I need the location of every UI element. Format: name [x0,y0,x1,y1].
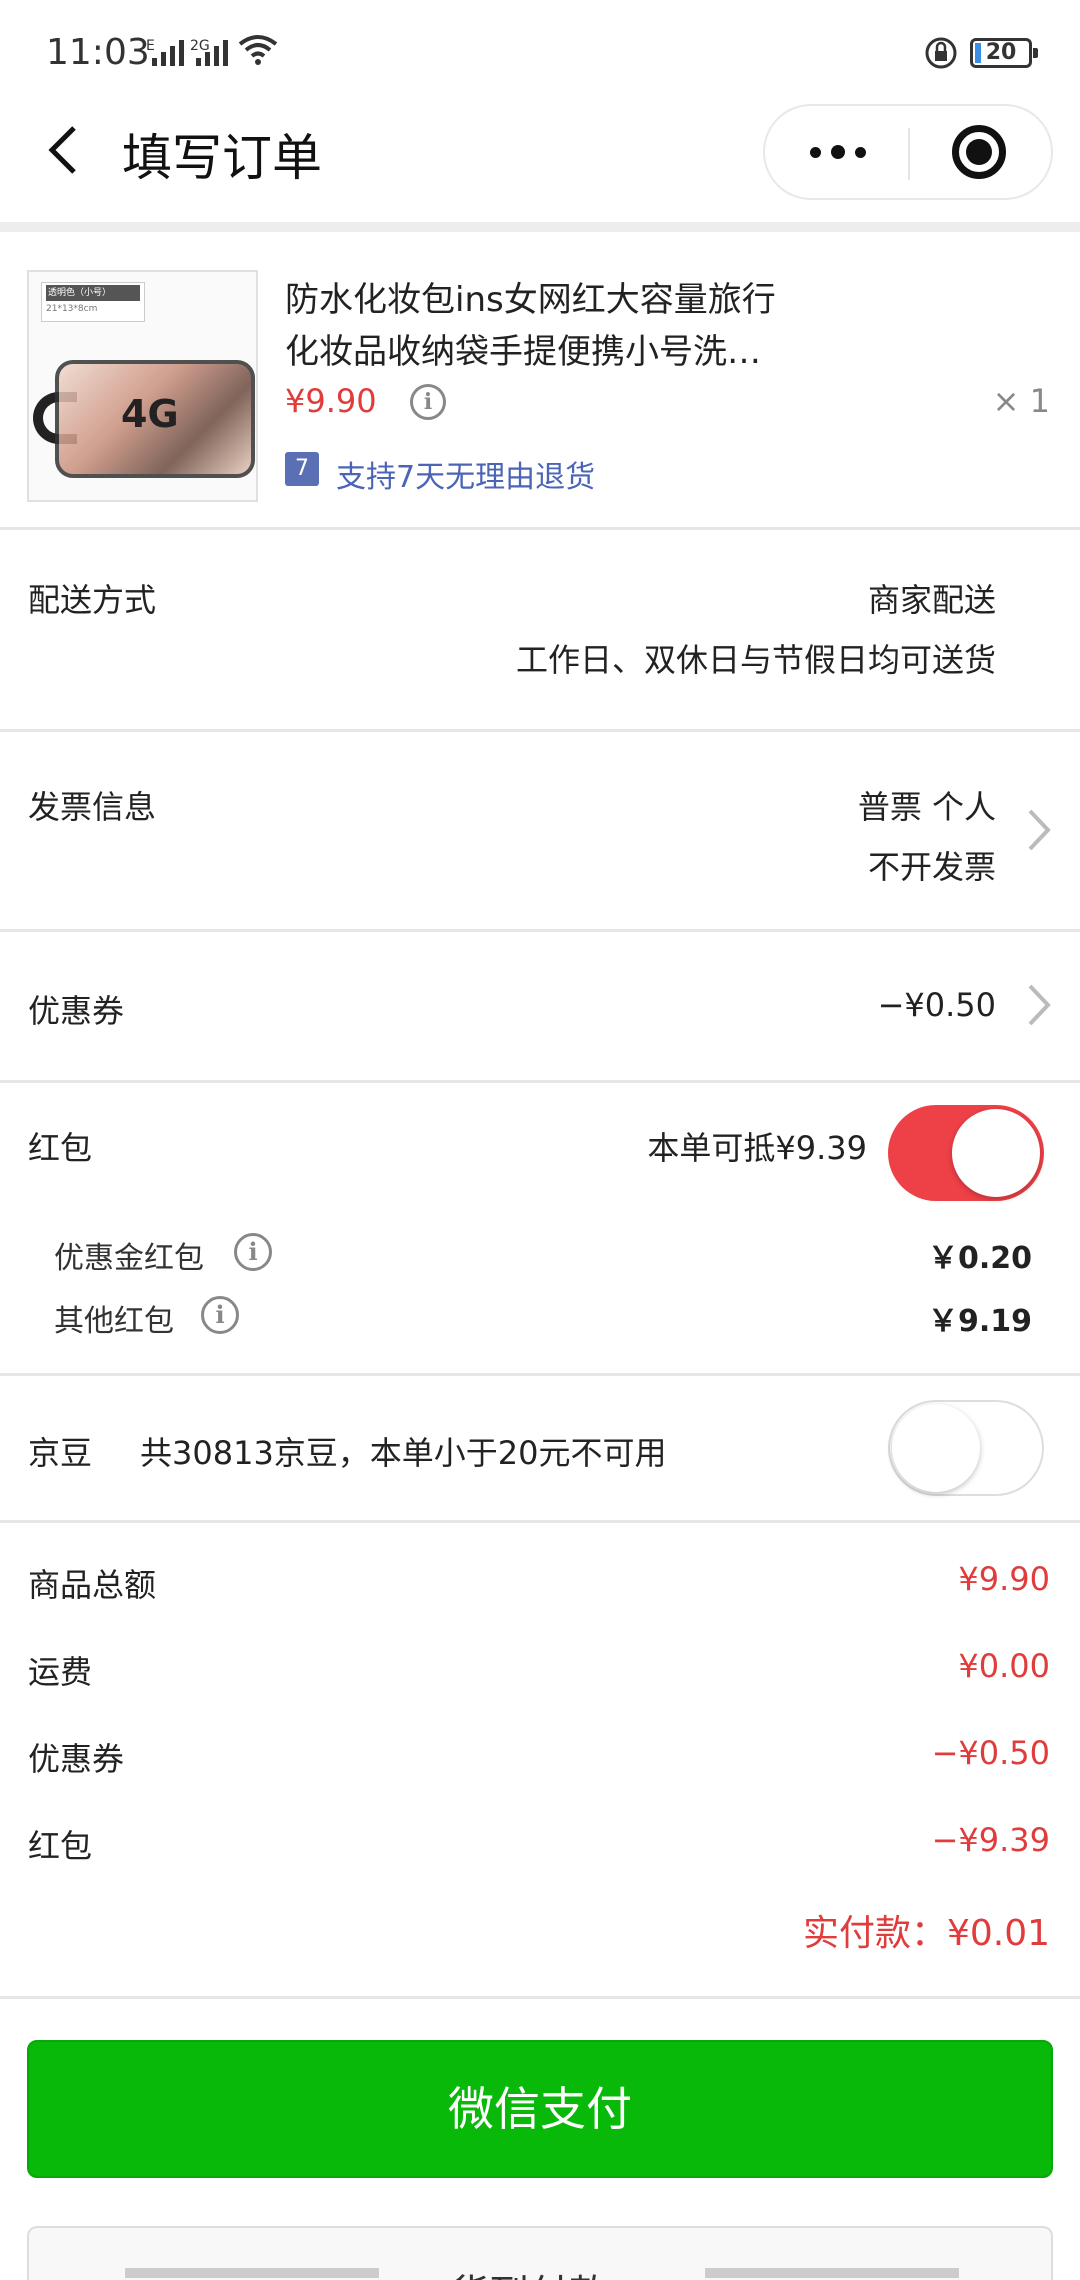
toggle-knob [892,1404,980,1492]
red-packet-label: 红包 [28,1129,93,1167]
coupon-label: 优惠券 [28,992,125,1030]
divider [0,1520,1080,1523]
mini-program-capsule [763,104,1053,200]
product-price: ¥9.90 [285,382,377,420]
chevron-right-icon [1028,809,1051,851]
status-time: 11:03 [46,32,150,73]
red-packet-item: 优惠金红包 i ￥0.20 [0,1233,1080,1283]
red-packet-toggle[interactable] [888,1105,1044,1201]
summary-amount: ¥0.00 [958,1647,1050,1685]
delivery-method: 商家配送 [867,581,996,619]
product-title: 防水化妆包ins女网红大容量旅行 化妆品收纳袋手提便携小号洗… [285,280,776,372]
delivery-label: 配送方式 [28,581,157,619]
delivery-row: 配送方式 商家配送 工作日、双休日与节假日均可送货 [0,533,1080,729]
signal-icon [152,36,184,66]
total-payment: 实付款：¥0.01 [802,1913,1050,1954]
product-card[interactable]: 透明色（小号） 21*13*8cm 4G 防水化妆包ins女网红大容量旅行 化妆… [0,232,1080,530]
rotation-lock-icon [925,37,957,69]
more-dot-icon [855,147,866,158]
invoice-type: 普票 个人 [857,788,996,826]
red-packet-item-label: 优惠金红包 [54,1241,204,1276]
back-button[interactable] [36,120,96,180]
summary-label: 商品总额 [28,1566,157,1604]
wechat-pay-button[interactable]: 微信支付 [27,2040,1053,2178]
jingdou-toggle[interactable] [888,1400,1044,1496]
red-packet-item-amount: ￥9.19 [927,1304,1032,1339]
cash-on-delivery-label: 货到付款 [449,2262,609,2280]
cash-on-delivery-button[interactable]: 货到付款 [27,2226,1053,2280]
invoice-label: 发票信息 [28,788,157,826]
page-title: 填写订单 [122,129,322,187]
coupon-row[interactable]: 优惠券 −¥0.50 [0,932,1080,1080]
summary-label: 优惠券 [28,1740,125,1778]
chevron-right-icon [1028,984,1051,1026]
invoice-row[interactable]: 发票信息 普票 个人 不开发票 [0,732,1080,928]
nav-bar: 填写订单 [0,100,1080,222]
section-separator [0,222,1080,232]
red-packet-item: 其他红包 i ￥9.19 [0,1296,1080,1346]
divider [0,1996,1080,1999]
summary-amount: −¥9.39 [931,1821,1050,1859]
summary-amount: −¥0.50 [931,1734,1050,1772]
invoice-status: 不开发票 [867,848,996,886]
coupon-value: −¥0.50 [877,986,996,1024]
summary-amount: ¥9.90 [958,1560,1050,1598]
product-quantity: × 1 [992,382,1050,420]
delivery-schedule: 工作日、双休日与节假日均可送货 [515,641,996,679]
summary-label: 红包 [28,1827,93,1865]
info-icon[interactable]: i [234,1233,272,1271]
summary-label: 运费 [28,1653,93,1691]
red-packet-item-amount: ￥0.20 [927,1241,1032,1276]
more-button[interactable] [765,106,908,198]
image-size-tag: 透明色（小号） 21*13*8cm [41,282,145,322]
brand-logo: 4G [121,392,179,436]
close-mini-program-button[interactable] [910,106,1053,198]
return-policy-text: 支持7天无理由退货 [336,460,596,495]
red-packet-deductible: 本单可抵¥9.39 [647,1129,867,1167]
more-dot-icon [831,145,845,159]
battery-icon: 20 [970,38,1038,68]
jingdou-row: 京豆 共30813京豆，本单小于20元不可用 [0,1376,1080,1520]
status-bar: 11:03 E 2G 20 [0,0,1080,100]
jingdou-label: 京豆 [28,1434,93,1472]
toggle-knob [952,1109,1040,1197]
wifi-icon [238,35,278,65]
price-info-icon[interactable]: i [410,384,446,420]
info-icon[interactable]: i [201,1296,239,1334]
signal-icon-2 [196,36,228,66]
jingdou-note: 共30813京豆，本单小于20元不可用 [140,1434,667,1472]
red-packet-section: 红包 本单可抵¥9.39 优惠金红包 i ￥0.20 其他红包 i ￥9.19 [0,1083,1080,1373]
return-policy-icon: 7 [285,452,319,486]
red-packet-item-label: 其他红包 [54,1304,174,1339]
product-image: 透明色（小号） 21*13*8cm 4G [27,270,258,502]
more-dot-icon [810,147,821,158]
